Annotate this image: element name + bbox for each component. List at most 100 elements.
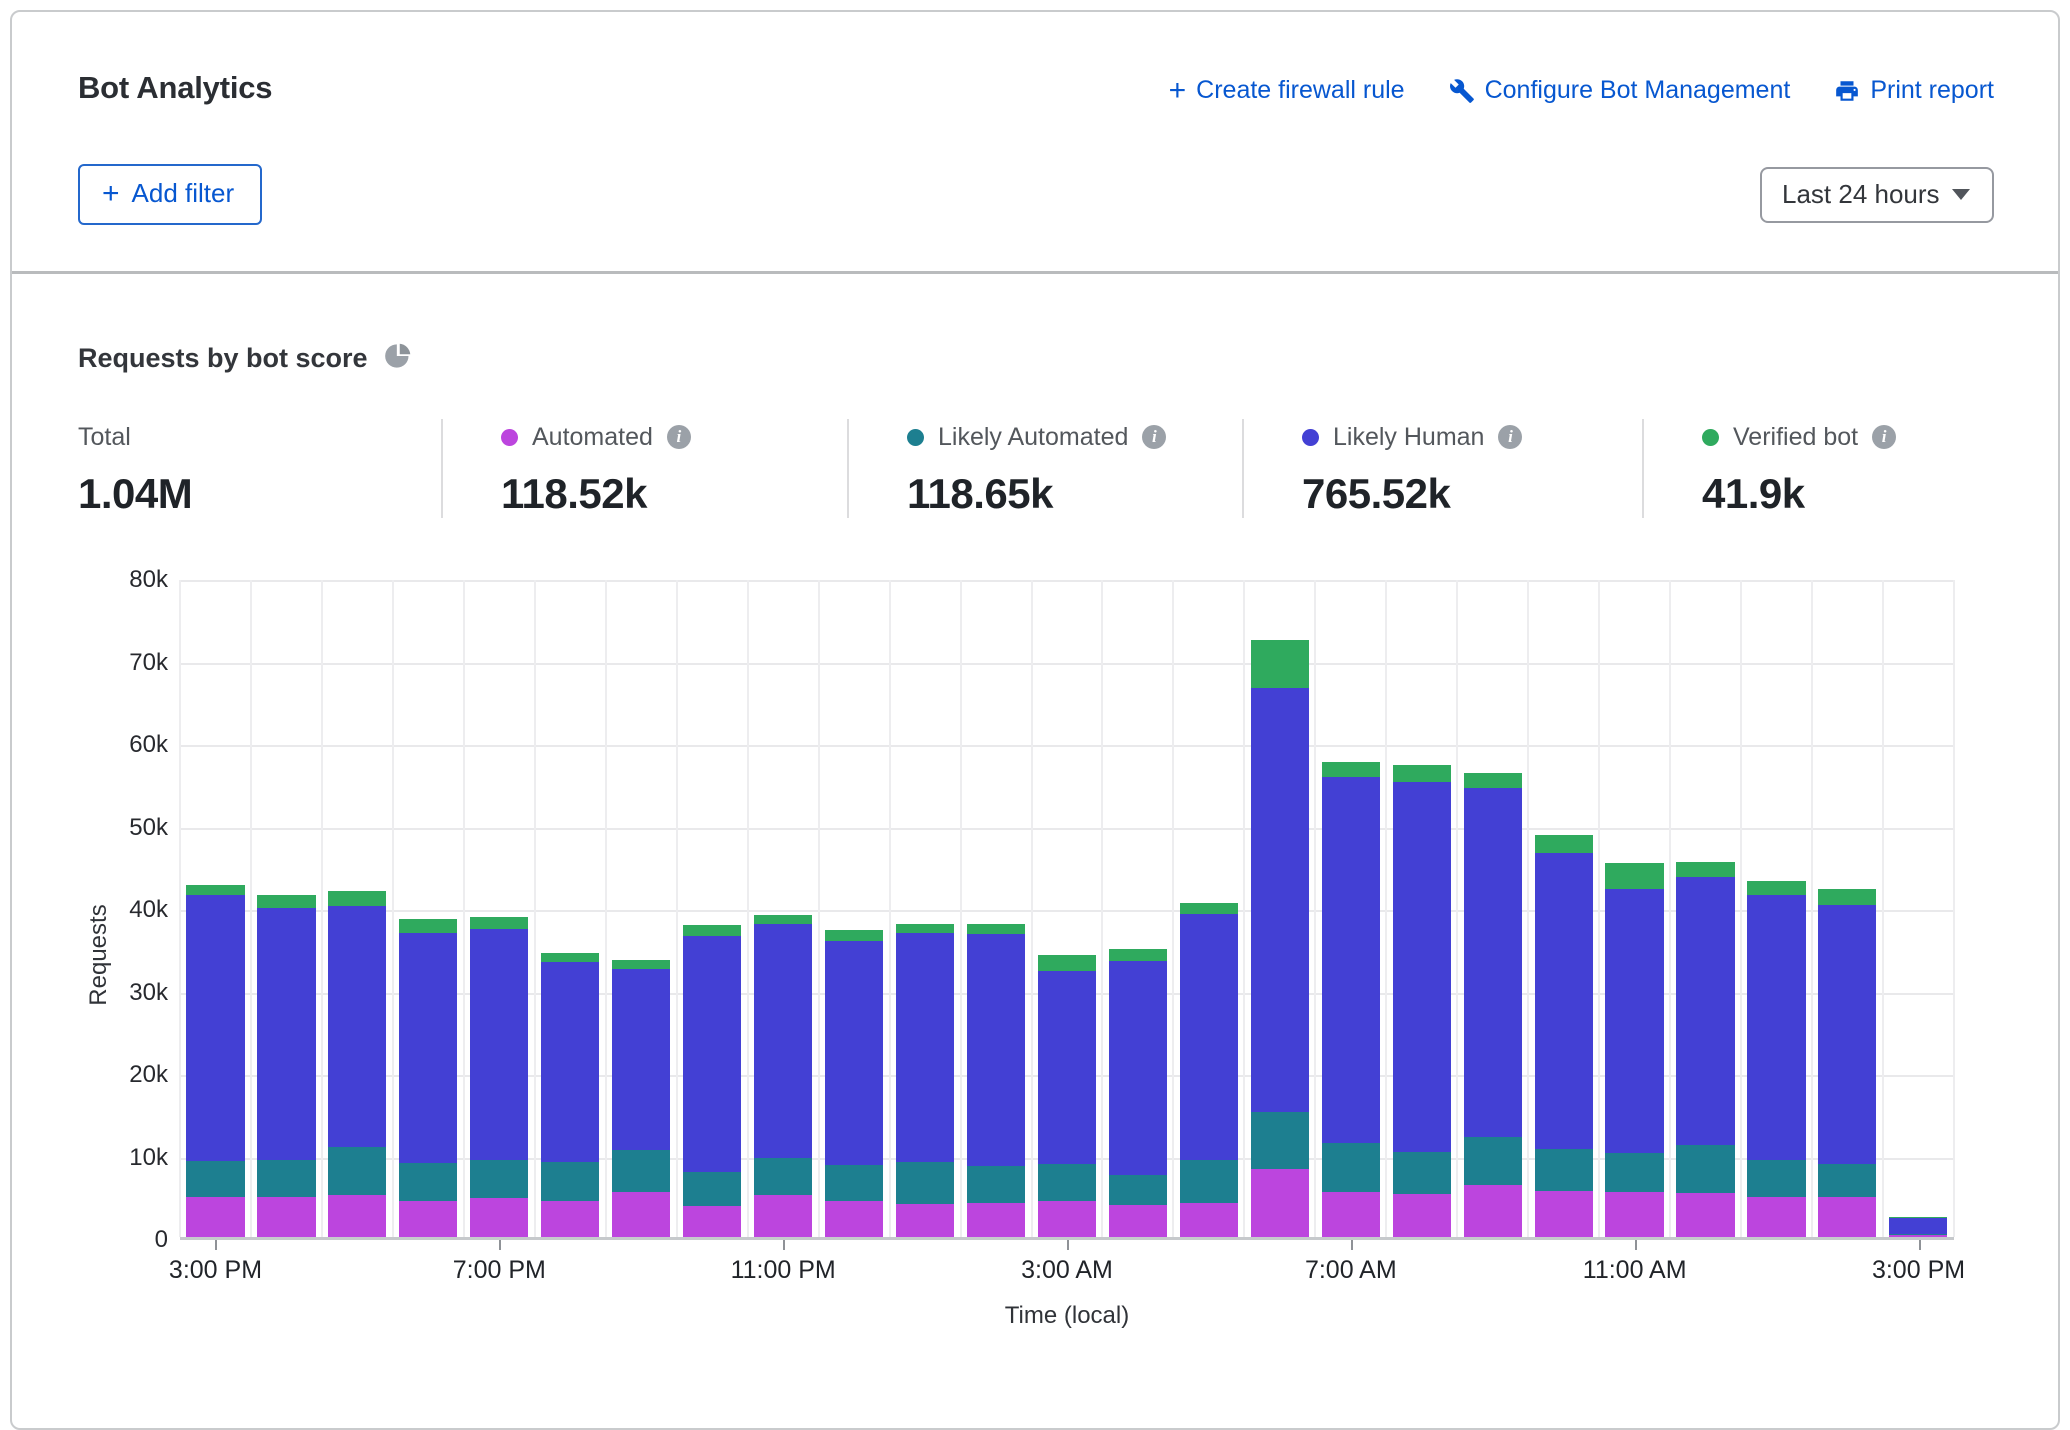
segment-automated <box>1535 1191 1593 1237</box>
segment-automated <box>1818 1197 1876 1237</box>
segment-likely-human <box>967 934 1025 1166</box>
segment-verified-bot <box>1535 835 1593 852</box>
segment-likely-human <box>1676 877 1734 1146</box>
segment-automated <box>1251 1169 1309 1237</box>
y-tick-label: 60k <box>129 731 168 759</box>
filter-bar: + Add filter Last 24 hours <box>12 164 2058 225</box>
bar-stack <box>1109 949 1167 1237</box>
y-tick-label: 70k <box>129 649 168 677</box>
plus-icon: + <box>1169 79 1187 103</box>
bar-400pm[interactable] <box>251 580 322 1237</box>
bar-100pm[interactable] <box>1741 580 1812 1237</box>
bar-200pm[interactable] <box>1812 580 1883 1237</box>
bar-500pm[interactable] <box>322 580 393 1237</box>
segment-likely-automated <box>1251 1112 1309 1170</box>
segment-likely-automated <box>1818 1164 1876 1197</box>
bar-800pm[interactable] <box>535 580 606 1237</box>
bar-1200pm[interactable] <box>1670 580 1741 1237</box>
segment-automated <box>1889 1235 1947 1237</box>
info-icon[interactable]: i <box>1872 425 1896 449</box>
bar-1100pm[interactable] <box>748 580 819 1237</box>
segment-automated <box>257 1197 315 1237</box>
configure-bot-management-link[interactable]: Configure Bot Management <box>1449 76 1791 105</box>
segment-verified-bot <box>1818 889 1876 905</box>
likely-automated-dot <box>907 429 924 446</box>
info-icon[interactable]: i <box>667 425 691 449</box>
bar-400am[interactable] <box>1102 580 1173 1237</box>
segment-likely-human <box>683 936 741 1172</box>
segment-automated <box>754 1195 812 1237</box>
bar-stack <box>186 885 244 1237</box>
bar-stack <box>399 919 457 1237</box>
segment-automated <box>399 1201 457 1237</box>
bar-500am[interactable] <box>1173 580 1244 1237</box>
info-icon[interactable]: i <box>1498 425 1522 449</box>
segment-automated <box>967 1203 1025 1237</box>
segment-likely-automated <box>257 1160 315 1197</box>
bar-1000am[interactable] <box>1528 580 1599 1237</box>
bar-1200am[interactable] <box>819 580 890 1237</box>
segment-verified-bot <box>1038 955 1096 972</box>
bar-900am[interactable] <box>1457 580 1528 1237</box>
segment-likely-human <box>1535 853 1593 1149</box>
segment-likely-human <box>541 962 599 1162</box>
segment-automated <box>1109 1205 1167 1237</box>
bar-700am[interactable] <box>1315 580 1386 1237</box>
segment-verified-bot <box>825 930 883 941</box>
create-firewall-rule-link[interactable]: + Create firewall rule <box>1169 76 1405 105</box>
bar-600pm[interactable] <box>393 580 464 1237</box>
segment-likely-automated <box>896 1162 954 1204</box>
bar-900pm[interactable] <box>606 580 677 1237</box>
x-tick-label: 7:00 PM <box>453 1256 546 1285</box>
segment-likely-automated <box>1464 1137 1522 1185</box>
segment-likely-automated <box>541 1162 599 1201</box>
segment-likely-automated <box>1747 1160 1805 1196</box>
y-tick-label: 50k <box>129 814 168 842</box>
requests-by-bot-score-chart: Requests 010k20k30k40k50k60k70k80k 3:00 … <box>78 580 2058 1330</box>
segment-likely-human <box>1038 971 1096 1163</box>
pie-chart-icon <box>384 342 412 375</box>
segment-automated <box>683 1206 741 1237</box>
stat-likely-human-label: Likely Human <box>1333 423 1484 452</box>
x-axis-title: Time (local) <box>180 1302 1954 1330</box>
segment-verified-bot <box>399 919 457 933</box>
bar-1100am[interactable] <box>1599 580 1670 1237</box>
segment-verified-bot <box>1251 640 1309 689</box>
bar-600am[interactable] <box>1244 580 1315 1237</box>
bar-700pm[interactable] <box>464 580 535 1237</box>
segment-automated <box>1322 1192 1380 1237</box>
bar-stack <box>470 917 528 1237</box>
bar-stack <box>1322 762 1380 1237</box>
segment-likely-human <box>399 933 457 1162</box>
print-report-link[interactable]: Print report <box>1834 76 1994 105</box>
bar-800am[interactable] <box>1386 580 1457 1237</box>
time-range-dropdown[interactable]: Last 24 hours <box>1760 167 1994 223</box>
bar-300pm[interactable] <box>180 580 251 1237</box>
segment-automated <box>470 1198 528 1237</box>
bar-100am[interactable] <box>890 580 961 1237</box>
x-tick-label: 7:00 AM <box>1305 1256 1397 1285</box>
segment-verified-bot <box>1180 903 1238 914</box>
x-tick-label: 11:00 AM <box>1583 1256 1687 1285</box>
segment-automated <box>541 1201 599 1237</box>
bar-300am[interactable] <box>1031 580 1102 1237</box>
stat-total-value: 1.04M <box>78 470 441 518</box>
segment-likely-human <box>1322 777 1380 1142</box>
segment-verified-bot <box>257 895 315 907</box>
likely-human-dot <box>1302 429 1319 446</box>
bar-stack <box>1393 765 1451 1237</box>
bar-stack <box>1889 1217 1947 1237</box>
bar-300pm[interactable] <box>1883 580 1954 1237</box>
segment-automated <box>328 1195 386 1237</box>
info-icon[interactable]: i <box>1142 425 1166 449</box>
add-filter-button[interactable]: + Add filter <box>78 164 262 225</box>
header: Bot Analytics + Create firewall rule Con… <box>12 12 2058 106</box>
y-tick-label: 80k <box>129 566 168 594</box>
segment-automated <box>1676 1193 1734 1237</box>
bar-200am[interactable] <box>960 580 1031 1237</box>
bar-stack <box>1464 773 1522 1237</box>
x-tick-label: 3:00 PM <box>1872 1256 1965 1285</box>
segment-likely-human <box>896 933 954 1162</box>
legend-stats: Total 1.04M Automated i 118.52k Likely A… <box>78 419 2058 518</box>
bar-1000pm[interactable] <box>677 580 748 1237</box>
